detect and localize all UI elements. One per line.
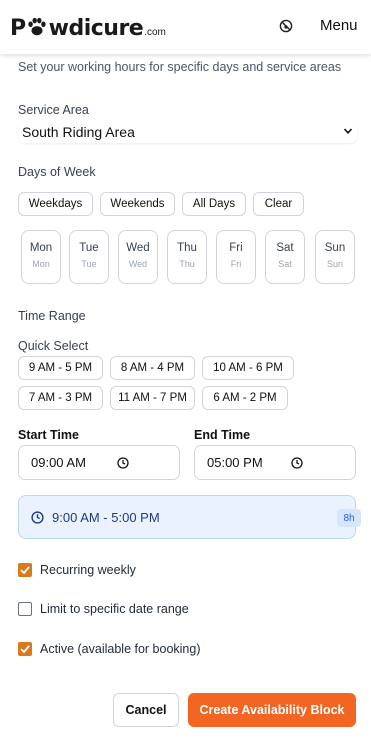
logo-wordmark: wdicure <box>48 16 144 41</box>
preset-10-6-button[interactable]: 10 AM - 6 PM <box>202 356 294 380</box>
time-range-label: Time Range <box>18 309 86 323</box>
day-name: Mon <box>29 242 53 254</box>
all-days-button[interactable]: All Days <box>182 192 246 216</box>
clock-icon <box>31 511 44 524</box>
service-area-value: South Riding Area <box>22 124 135 140</box>
start-time-value: 09:00 AM <box>31 455 86 470</box>
day-name: Wed <box>126 242 150 254</box>
day-sub: Mon <box>32 259 50 269</box>
logo-suffix: .com <box>144 27 166 38</box>
intro-text: Set your working hours for specific days… <box>18 60 342 74</box>
app-header: P wdicure .com Menu <box>0 0 371 54</box>
paw-icon <box>28 17 46 36</box>
day-sub: Wed <box>128 259 148 269</box>
days-label: Days of Week <box>18 165 96 179</box>
preset-6-2-button[interactable]: 6 AM - 2 PM <box>202 386 288 410</box>
weekends-button[interactable]: Weekends <box>100 192 175 216</box>
end-time-label: End Time <box>194 428 251 442</box>
day-name: Fri <box>229 242 243 254</box>
start-time-label: Start Time <box>18 428 79 442</box>
day-toggle-sat[interactable]: Sat Sat <box>265 230 305 284</box>
time-summary: 9:00 AM - 5:00 PM 8h <box>18 495 361 539</box>
day-toggle-mon[interactable]: Mon Mon <box>21 230 61 284</box>
day-toggle-sun[interactable]: Sun Sun <box>315 230 355 284</box>
duration-badge: 8h <box>337 509 361 527</box>
day-sub: Sat <box>278 259 292 269</box>
active-checkbox[interactable] <box>18 642 32 656</box>
active-label[interactable]: Active (available for booking) <box>40 642 201 656</box>
day-toggle-wed[interactable]: Wed Wed <box>118 230 158 284</box>
check-icon <box>20 566 30 575</box>
logo-p: P <box>10 16 26 41</box>
check-icon <box>20 645 30 654</box>
day-toggle-thu[interactable]: Thu Thu <box>167 230 207 284</box>
day-name: Sun <box>324 242 346 254</box>
create-availability-button[interactable]: Create Availability Block <box>188 693 356 727</box>
cancel-button[interactable]: Cancel <box>113 693 179 727</box>
brand-logo[interactable]: P wdicure .com <box>10 13 166 41</box>
weekdays-button[interactable]: Weekdays <box>18 192 93 216</box>
preset-8-4-button[interactable]: 8 AM - 4 PM <box>110 356 195 380</box>
clock-icon[interactable] <box>291 457 303 469</box>
recurring-checkbox[interactable] <box>18 563 32 577</box>
day-sub: Tue <box>81 259 97 269</box>
chevron-down-icon <box>343 128 353 134</box>
menu-button[interactable]: Menu <box>320 17 358 34</box>
preset-7-3-button[interactable]: 7 AM - 3 PM <box>18 386 103 410</box>
date-range-label[interactable]: Limit to specific date range <box>40 602 189 616</box>
start-time-input[interactable]: 09:00 AM <box>18 445 180 480</box>
day-name: Sat <box>276 242 294 254</box>
summary-range: 9:00 AM - 5:00 PM <box>52 510 160 525</box>
end-time-input[interactable]: 05:00 PM <box>194 445 356 480</box>
end-time-value: 05:00 PM <box>207 455 263 470</box>
day-sub: Fri <box>230 259 242 269</box>
day-toggle-tue[interactable]: Tue Tue <box>69 230 109 284</box>
preset-11-7-button[interactable]: 11 AM - 7 PM <box>110 386 195 410</box>
day-toggle-fri[interactable]: Fri Fri <box>216 230 256 284</box>
day-sub: Sun <box>326 259 343 269</box>
day-sub: Thu <box>179 259 195 269</box>
recurring-label[interactable]: Recurring weekly <box>40 563 136 577</box>
quick-select-label: Quick Select <box>18 339 89 353</box>
preset-9-5-button[interactable]: 9 AM - 5 PM <box>18 356 103 380</box>
service-area-label: Service Area <box>18 103 89 117</box>
clock-icon[interactable] <box>117 457 129 469</box>
day-name: Thu <box>177 242 197 254</box>
service-area-select[interactable]: South Riding Area <box>18 121 357 143</box>
no-pets-icon[interactable] <box>279 19 293 33</box>
date-range-checkbox[interactable] <box>18 602 32 616</box>
day-name: Tue <box>79 242 99 254</box>
clear-days-button[interactable]: Clear <box>253 192 304 216</box>
